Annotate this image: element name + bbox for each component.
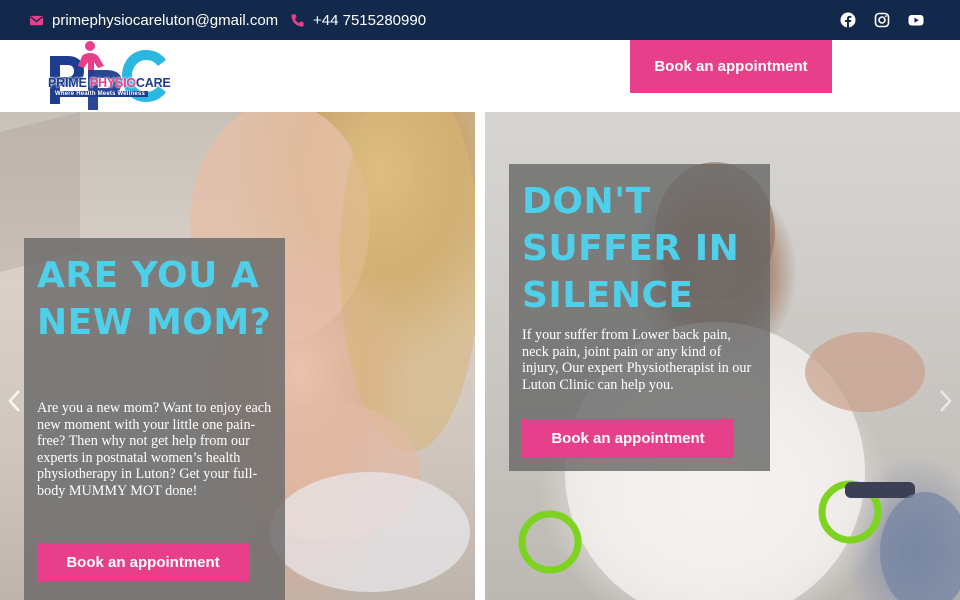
logo-physio: PHYSIO: [89, 76, 136, 90]
hero-description: Are you a new mom? Want to enjoy each ne…: [37, 400, 272, 499]
carousel-prev-arrow[interactable]: [2, 384, 26, 418]
facebook-icon[interactable]: [840, 12, 856, 28]
logo-tagline: Where Health Meets Wellness: [52, 91, 148, 97]
chevron-left-icon: [8, 390, 20, 412]
site-logo[interactable]: PRIME PHYSIOCARE Where Health Meets Well…: [46, 40, 171, 112]
instagram-icon[interactable]: [874, 12, 890, 28]
top-bar: primephysiocareluton@gmail.com +44 75152…: [0, 0, 960, 40]
header-book-appointment-button[interactable]: Book an appointment: [630, 40, 832, 93]
book-appointment-button[interactable]: Book an appointment: [522, 419, 734, 458]
phone-icon: [290, 13, 305, 28]
envelope-icon: [29, 13, 44, 28]
logo-wordmark: PRIME PHYSIOCARE: [48, 76, 171, 90]
youtube-icon[interactable]: [908, 12, 924, 28]
book-appointment-button[interactable]: Book an appointment: [37, 543, 249, 582]
hero-slide-new-mom: ARE YOU A NEW MOM? Are you a new mom? Wa…: [0, 112, 475, 600]
hero-title: ARE YOU A NEW MOM?: [37, 255, 272, 343]
phone-text[interactable]: +44 7515280990: [313, 12, 426, 29]
hero-title: DON'T SUFFER IN SILENCE: [522, 181, 740, 316]
logo-prime: PRIME: [48, 76, 87, 90]
chevron-right-icon: [940, 390, 952, 412]
hero-content-box: ARE YOU A NEW MOM? Are you a new mom? Wa…: [24, 238, 285, 600]
social-links: [840, 0, 924, 40]
email-text[interactable]: primephysiocareluton@gmail.com: [52, 12, 278, 29]
carousel-next-arrow[interactable]: [934, 384, 958, 418]
hero-slide-dont-suffer: DON'T SUFFER IN SILENCE If your suffer f…: [485, 112, 960, 600]
hero-description: If your suffer from Lower back pain, nec…: [522, 327, 752, 393]
email-contact[interactable]: primephysiocareluton@gmail.com: [29, 0, 278, 40]
site-header: PRIME PHYSIOCARE Where Health Meets Well…: [0, 40, 960, 112]
phone-contact[interactable]: +44 7515280990: [290, 0, 426, 40]
logo-care: CARE: [135, 76, 171, 90]
hero-content-box: DON'T SUFFER IN SILENCE If your suffer f…: [509, 164, 770, 471]
